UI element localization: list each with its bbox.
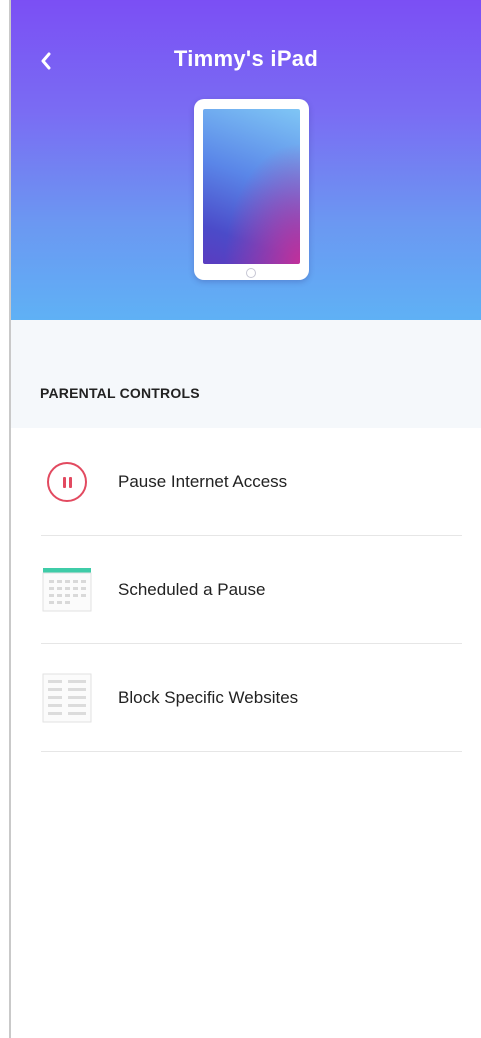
tablet-icon	[194, 99, 309, 280]
calendar-icon	[39, 562, 95, 618]
device-detail-screen: Timmy's iPad PARENTAL CONTROLS Pause Int…	[0, 0, 481, 1038]
list-item-label: Pause Internet Access	[118, 472, 288, 491]
tablet-screen	[203, 109, 300, 264]
pause-icon	[39, 454, 95, 510]
tablet-home-button	[246, 268, 256, 278]
parental-controls-list: Pause Internet Access Scheduled a Pause	[11, 428, 481, 752]
list-item-pause-internet[interactable]: Pause Internet Access	[11, 428, 481, 536]
list-item-schedule-pause[interactable]: Scheduled a Pause	[11, 536, 481, 644]
website-list-icon	[39, 670, 95, 726]
list-item-label: Block Specific Websites	[118, 688, 299, 707]
page-title: Timmy's iPad	[173, 46, 319, 71]
section-title: PARENTAL CONTROLS	[40, 385, 200, 401]
list-item-block-websites[interactable]: Block Specific Websites	[11, 644, 481, 752]
list-item-label: Scheduled a Pause	[118, 580, 266, 599]
header: Timmy's iPad	[11, 0, 481, 320]
section-header: PARENTAL CONTROLS	[11, 320, 481, 428]
